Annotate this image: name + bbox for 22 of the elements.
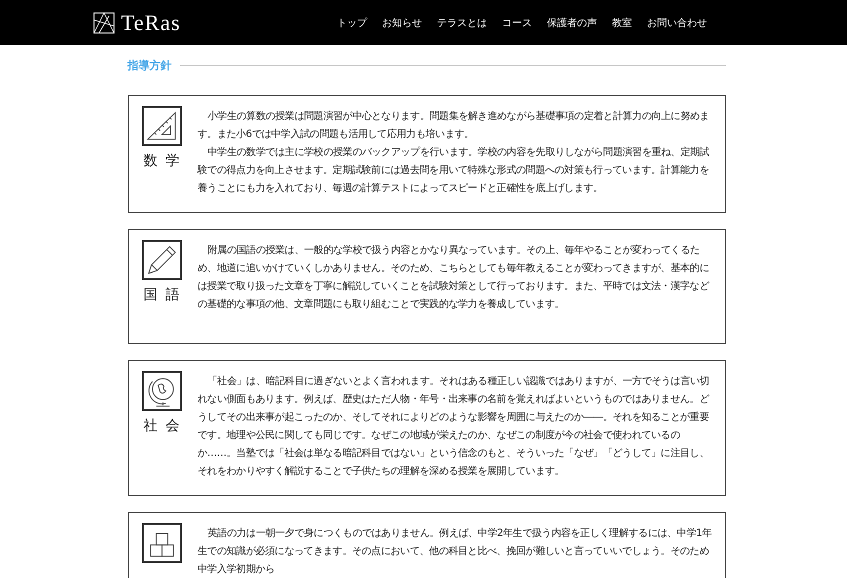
- nav-link[interactable]: トップ: [337, 16, 367, 30]
- subject-label: 国語: [144, 286, 188, 304]
- nav-link[interactable]: テラスとは: [437, 16, 487, 30]
- subject-description: 中学生の数学では主に学校の授業のバックアップを行います。学校の内容を先取りしながら問題演習を重ね、定期試験での得点力を向上させます。定期試験前には過去問を用いて特殊な形式の問題への対策も行っています。計算能力を養うことにも力を入れており、毎週の計算テストによってスピードと正確性を底上げします。: [198, 146, 710, 196]
- globe-icon: [142, 371, 182, 411]
- subject-label: 数学: [144, 152, 188, 170]
- pencil-icon: [142, 240, 182, 280]
- subject-description: 英語の力は一朝一夕で身につくものではありません。例えば、中学2年生で扱う内容を正しく理解するには、中学1年生での知識が必須になってきます。その点において、他の科目と比べ、挽回が難しいと言っていいでしょう。そのため中学入学初期から: [198, 526, 713, 577]
- triangle-ruler-icon: [142, 106, 182, 146]
- nav-link[interactable]: 教室: [612, 16, 632, 30]
- subject-description: 附属の国語の授業は、一般的な学校で扱う内容とかなり異なっています。その上、毎年やることが変わってくるため、地道に追いかけていくしかありません。そのため、こちらとしても毎年教えることが変わってきますが、基本的には授業で取り扱った文章を丁寧に解説していくことを試験対策として行っております。また、平時では文法・漢字などの基礎的な事項の他、文章問題にも取り組むことで実践的な学力を養成しています。: [198, 244, 710, 312]
- subject-description: 「社会」は、暗記科目に過ぎないとよく言われます。それはある種正しい認識ではありますが、一方でそうは言い切れない側面もあります。例えば、歴史はただ人物・年号・出来事の名前を覚えればよいというものではありません。どうしてその出来事が起こったのか、そしてそれによりどのような影響を周囲に与えたのか――。それを知ることが重要です。地理や公民に関しても同じです。なぜこの地域が栄えたのか、なぜこの制度が今の社会で使われているのか……。当塾では「社会は単なる暗記科目ではない」という信念のもと、そういった「なぜ」「どうして」に注目し、それをわかりやすく解説することで子供たちの理解を深める授業を展開しています。: [198, 374, 710, 479]
- letter-blocks-icon: [142, 523, 182, 563]
- nav-link[interactable]: コース: [502, 16, 532, 30]
- nav-link[interactable]: 保護者の声: [547, 16, 597, 30]
- subject-label: 社会: [144, 417, 188, 435]
- nav-link[interactable]: お問い合わせ: [647, 16, 707, 30]
- site-logo[interactable]: TeRas: [121, 10, 181, 36]
- section-title: 指導方針: [128, 58, 172, 73]
- subject-description: 小学生の算数の授業は問題演習が中心となります。問題集を解き進めながら基礎事項の定着と計算力の向上に努めます。また小6では中学入試の問題も活用して応用力も培います。: [198, 110, 710, 142]
- logo-icon: [93, 12, 115, 34]
- nav-link[interactable]: お知らせ: [382, 16, 422, 30]
